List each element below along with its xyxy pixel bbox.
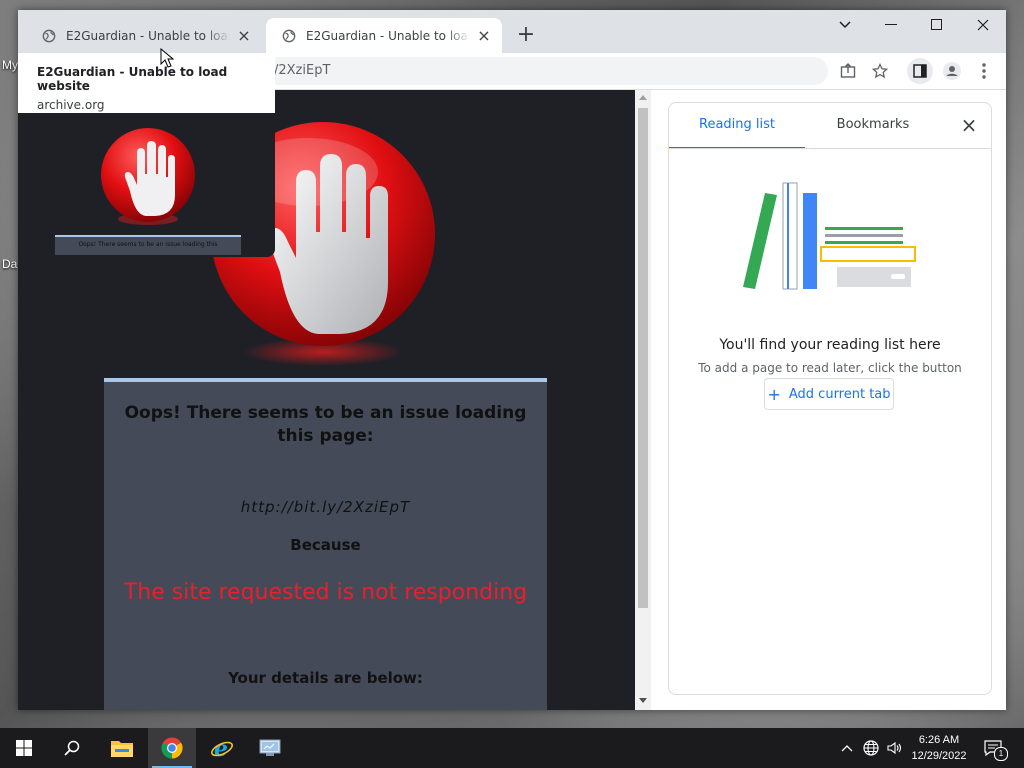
chrome-icon — [161, 737, 183, 759]
internet-explorer-button[interactable]: e — [198, 728, 246, 768]
maximize-button[interactable] — [914, 10, 960, 40]
tab-close-icon[interactable]: × — [236, 27, 252, 44]
action-center-button[interactable]: 1 — [980, 728, 1008, 768]
stop-hand-thumbnail-icon — [101, 128, 195, 225]
network-button[interactable] — [860, 728, 882, 768]
empty-state-subtitle: To add a page to read later, click the b… — [698, 361, 962, 375]
add-current-tab-button[interactable]: + Add current tab — [764, 378, 894, 410]
search-icon — [64, 740, 80, 756]
clock-date: 12/29/2022 — [911, 750, 967, 762]
error-headline: Oops! There seems to be an issue loading… — [124, 403, 527, 446]
tab-title: E2Guardian - Unable to load website — [306, 28, 470, 43]
profile-button[interactable] — [940, 59, 964, 83]
mouse-cursor-icon — [160, 48, 174, 68]
search-button[interactable] — [48, 728, 96, 768]
close-icon — [977, 19, 989, 31]
desktop-icon-label[interactable]: My — [2, 58, 18, 72]
clock-time: 6:26 AM — [918, 734, 960, 746]
minimize-icon — [885, 24, 897, 25]
notification-count-badge: 1 — [994, 747, 1008, 761]
show-hidden-icons-button[interactable] — [838, 728, 856, 768]
server-manager-button[interactable] — [246, 728, 294, 768]
hover-card-domain: archive.org — [37, 98, 105, 112]
start-button[interactable] — [0, 728, 48, 768]
file-explorer-button[interactable] — [98, 728, 146, 768]
because-label: Because — [290, 536, 361, 554]
blocked-url: http://bit.ly/2XziEpT — [240, 498, 411, 516]
taskbar: e 6:26 AM 12/29/2022 1 — [0, 728, 1024, 768]
error-reason: The site requested is not responding — [123, 580, 528, 605]
chevron-up-icon — [841, 745, 853, 752]
internet-explorer-icon: e — [211, 737, 233, 759]
side-panel-button[interactable] — [907, 58, 933, 84]
close-window-button[interactable] — [960, 10, 1006, 40]
tab-close-icon[interactable]: × — [476, 27, 492, 44]
new-tab-button[interactable]: + — [514, 24, 538, 48]
server-manager-icon — [259, 739, 281, 756]
empty-state-title: You'll find your reading list here — [719, 337, 941, 353]
close-side-panel-icon[interactable]: × — [959, 115, 979, 135]
chrome-taskbar-button[interactable] — [148, 728, 196, 768]
maximize-icon — [931, 19, 942, 30]
share-button[interactable] — [836, 59, 860, 83]
add-current-tab-label: Add current tab — [788, 386, 891, 402]
divider — [669, 148, 991, 149]
tab-search-button[interactable] — [822, 10, 868, 40]
reading-list-panel: Reading list Bookmarks × You'll find you… — [668, 102, 992, 695]
minimize-button[interactable] — [868, 10, 914, 40]
details-heading: Your details are below: — [228, 669, 423, 687]
scroll-down-icon[interactable] — [639, 698, 647, 704]
hover-card-header: E2Guardian - Unable to load website arch… — [18, 53, 275, 113]
scroll-up-icon[interactable] — [639, 94, 647, 100]
chevron-down-icon — [839, 21, 851, 29]
side-panel-icon — [913, 64, 927, 78]
scrollbar-thumb[interactable] — [638, 108, 648, 608]
bookmark-star-button[interactable] — [868, 59, 892, 83]
tab-strip: E2Guardian - Unable to load website × E2… — [18, 10, 1006, 53]
network-globe-icon — [863, 740, 879, 756]
plus-icon: + — [767, 384, 781, 404]
page-scrollbar[interactable] — [635, 90, 651, 710]
tab-active[interactable]: E2Guardian - Unable to load website × — [266, 18, 502, 53]
profile-avatar-icon — [943, 62, 961, 80]
hover-card-title: E2Guardian - Unable to load website — [37, 65, 228, 93]
star-icon — [872, 63, 888, 79]
menu-button[interactable] — [972, 59, 996, 83]
error-message-box: Oops! There seems to be an issue loading… — [104, 378, 547, 710]
share-icon — [840, 63, 856, 78]
file-explorer-icon — [111, 741, 133, 757]
windows-logo-icon — [16, 740, 32, 756]
tab-inactive[interactable]: E2Guardian - Unable to load website × — [26, 18, 262, 53]
more-vertical-icon — [982, 63, 986, 79]
tab-reading-list[interactable]: Reading list — [669, 103, 805, 149]
system-clock[interactable]: 6:26 AM 12/29/2022 — [900, 732, 978, 764]
tab-hover-card: E2Guardian - Unable to load website arch… — [18, 53, 275, 257]
desktop-icon-label[interactable]: Da — [2, 257, 17, 271]
globe-icon — [42, 29, 56, 42]
tab-bookmarks[interactable]: Bookmarks — [805, 103, 941, 147]
hover-card-preview-text: Oops! There seems to be an issue loading… — [55, 235, 241, 255]
tab-title: E2Guardian - Unable to load website — [66, 28, 230, 43]
globe-icon — [282, 29, 296, 42]
reading-list-illustration — [743, 182, 916, 290]
